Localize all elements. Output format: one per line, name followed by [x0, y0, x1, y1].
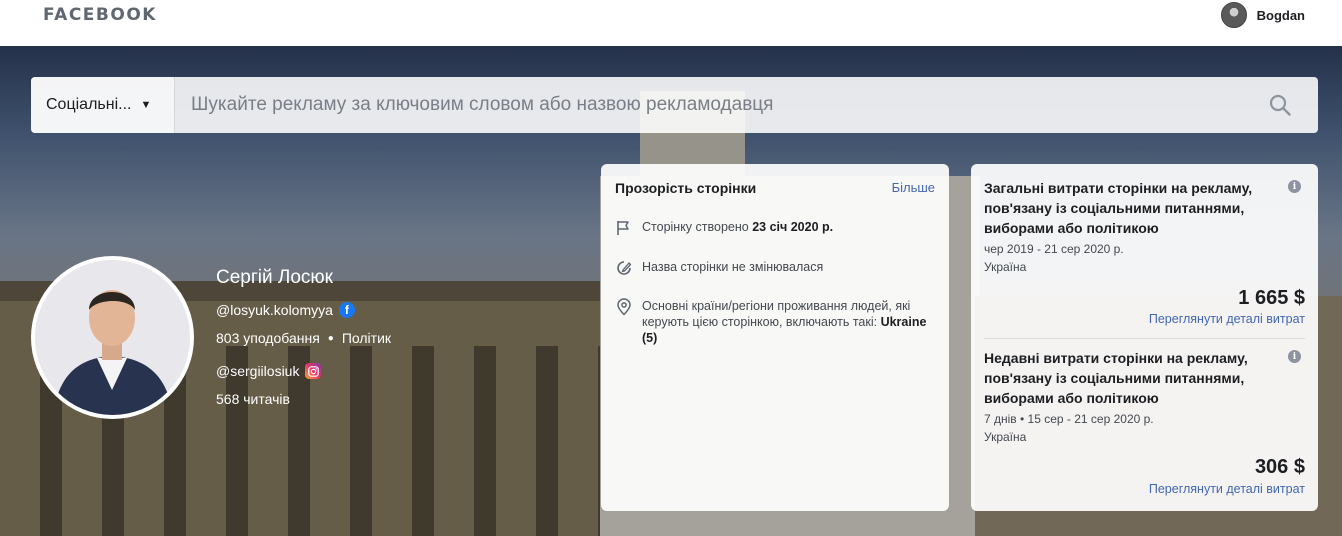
recent-spend-period: 7 днів • 15 сер - 21 сер 2020 р. [984, 412, 1154, 426]
recent-spend-section: Недавні витрати сторінки на рекламу, пов… [984, 348, 1305, 446]
location-pin-icon [617, 298, 631, 316]
transparency-title: Прозорість сторінки [615, 180, 757, 196]
total-spend-amount: 1 665 $ [1238, 287, 1305, 309]
facebook-icon: f [338, 302, 355, 318]
ad-category-label: Соціальні... [46, 96, 132, 113]
page-category: Політик [341, 330, 392, 346]
ad-spending-card: Загальні витрати сторінки на рекламу, по… [971, 164, 1318, 511]
total-spend-title: Загальні витрати сторінки на рекламу, по… [984, 180, 1253, 236]
page-created-row: Сторінку створено 23 січ 2020 р. [615, 219, 935, 237]
transparency-more-link[interactable]: Більше [892, 180, 935, 195]
page-stats-row: 803 уподобання ● Політик [216, 330, 391, 346]
page-created-label: Сторінку створено [642, 220, 749, 234]
total-spend-details-link[interactable]: Переглянути деталі витрат [1149, 312, 1305, 326]
facebook-handle-row: @losyuk.kolomyya f [216, 302, 355, 318]
dot-separator: ● [327, 332, 334, 344]
countries-row: Основні країни/регіони проживання людей,… [615, 298, 935, 346]
edit-history-icon [617, 261, 632, 275]
recent-spend-title: Недавні витрати сторінки на рекламу, пов… [984, 350, 1248, 406]
followers-count: 568 читачів [216, 391, 290, 407]
countries-text: Основні країни/регіони проживання людей,… [642, 299, 911, 329]
user-menu[interactable]: Bogdan [1220, 2, 1305, 28]
instagram-handle-row: @sergiilosiuk [216, 363, 322, 379]
ad-search-bar: Соціальні... ▼ [31, 77, 1318, 133]
name-unchanged-text: Назва сторінки не змінювалася [642, 260, 824, 274]
search-button[interactable] [1242, 77, 1318, 133]
instagram-icon [305, 363, 322, 379]
search-input[interactable] [175, 77, 1242, 133]
total-spend-region: Україна [984, 260, 1027, 274]
name-history-row: Назва сторінки не змінювалася [615, 259, 935, 277]
search-icon [1269, 94, 1291, 116]
facebook-handle[interactable]: @losyuk.kolomyya [216, 302, 333, 318]
top-bar: FACEBOOK Bogdan [0, 0, 1342, 46]
info-icon[interactable]: i [1288, 350, 1301, 363]
spend-divider [984, 338, 1305, 339]
facebook-logo[interactable]: FACEBOOK [43, 5, 157, 25]
recent-spend-amount: 306 $ [1254, 456, 1305, 478]
recent-spend-region: Україна [984, 430, 1027, 444]
profile-avatar[interactable] [31, 256, 194, 419]
followers-row: 568 читачів [216, 391, 290, 407]
likes-count: 803 уподобання [216, 330, 320, 346]
user-avatar[interactable] [1220, 2, 1247, 28]
info-icon[interactable]: i [1288, 180, 1301, 193]
page-created-date: 23 січ 2020 р. [752, 220, 834, 234]
user-name[interactable]: Bogdan [1257, 8, 1305, 23]
instagram-handle[interactable]: @sergiilosiuk [216, 363, 299, 379]
countries-text-block: Основні країни/регіони проживання людей,… [642, 298, 932, 346]
page-created-text: Сторінку створено 23 січ 2020 р. [642, 219, 833, 237]
ad-category-dropdown[interactable]: Соціальні... ▼ [31, 77, 175, 133]
page-cover: Соціальні... ▼ Сергій Лосюк @losyuk.kolo… [0, 46, 1342, 536]
total-spend-period: чер 2019 - 21 сер 2020 р. [984, 242, 1124, 256]
total-spend-section: Загальні витрати сторінки на рекламу, по… [984, 178, 1305, 276]
profile-photo [35, 260, 190, 415]
chevron-down-icon: ▼ [140, 99, 152, 111]
flag-icon [617, 221, 629, 235]
page-transparency-card: Прозорість сторінки Більше Сторінку ство… [601, 164, 949, 511]
page-name[interactable]: Сергій Лосюк [216, 267, 333, 289]
recent-spend-details-link[interactable]: Переглянути деталі витрат [1149, 482, 1305, 496]
